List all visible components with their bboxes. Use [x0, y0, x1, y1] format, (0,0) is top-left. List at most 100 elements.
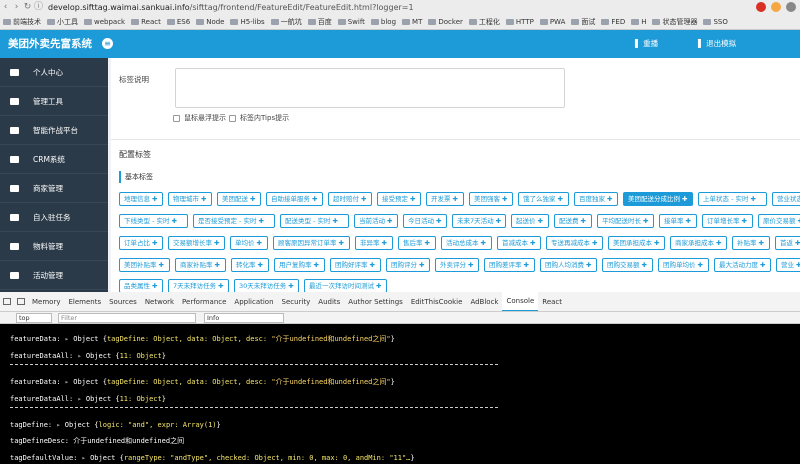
console-line[interactable]: featureData: ▸ Object {tagDefine: Object…	[10, 335, 395, 344]
reload-icon[interactable]: ↻	[22, 0, 33, 15]
bookmark-item[interactable]: PWA	[539, 15, 565, 29]
tag-button[interactable]: 团购评分 ✚	[386, 258, 430, 272]
device-icon[interactable]	[17, 298, 25, 305]
expand-triangle-icon[interactable]: ▸	[77, 395, 85, 403]
console-line[interactable]: tagDefaultValue: ▸ Object {rangeType: "a…	[10, 454, 415, 463]
bookmark-item[interactable]: React	[131, 15, 161, 29]
devtools-tab[interactable]: AdBlock	[466, 292, 502, 311]
tag-button[interactable]: 物理城市 ✚	[168, 192, 212, 206]
bookmark-item[interactable]: Docker	[428, 15, 463, 29]
sidebar-item[interactable]: 自入驻任务	[0, 203, 108, 232]
bookmark-item[interactable]: HTTP	[505, 15, 534, 29]
forward-icon[interactable]: ›	[11, 0, 22, 15]
devtools-tab[interactable]: Performance	[178, 292, 230, 311]
expand-triangle-icon[interactable]: ▸	[65, 335, 73, 343]
devtools-tab[interactable]: EditThisCookie	[407, 292, 467, 311]
tag-button[interactable]: 美团强客 ✚	[469, 192, 513, 206]
devtools-tab[interactable]: Audits	[314, 292, 344, 311]
tag-button[interactable]: 团购单均价 ✚	[658, 258, 709, 272]
bookmark-item[interactable]: 小工具	[47, 15, 78, 29]
console-line[interactable]: featureDataAll: ▸ Object {11: Object}	[10, 352, 166, 361]
tag-button[interactable]: 上单状态 - 实时 ✚	[698, 192, 767, 206]
info-icon[interactable]: ⓘ	[33, 0, 44, 15]
devtools-tab[interactable]: Elements	[64, 292, 105, 311]
tag-button[interactable]: 订单增长率 ✚	[702, 214, 753, 228]
tag-button[interactable]: 配送费 ✚	[554, 214, 592, 228]
log-level-select[interactable]: Info	[204, 312, 284, 323]
sidebar-item[interactable]: 商家管理	[0, 174, 108, 203]
tag-button[interactable]: 品类属性 ✚	[119, 279, 163, 292]
console-line[interactable]: featureData: ▸ Object {tagDefine: Object…	[10, 378, 395, 387]
tag-button[interactable]: 最大活动力度 ✚	[714, 258, 771, 272]
tag-button[interactable]: 美团承担成本 ✚	[608, 236, 665, 250]
tag-button[interactable]: 是否接受预定 - 实时 ✚	[193, 214, 275, 228]
bookmark-item[interactable]: blog	[370, 15, 396, 29]
tag-button[interactable]: 用户复购率 ✚	[274, 258, 325, 272]
expand-triangle-icon[interactable]: ▸	[77, 352, 85, 360]
console-line[interactable]: tagDefine: ▸ Object {logic: "and", expr:…	[10, 421, 221, 430]
url-text[interactable]: develop.sifttag.waimai.sankuai.info/sift…	[48, 0, 414, 15]
tag-button[interactable]: 饿了么独家 ✚	[518, 192, 569, 206]
sidebar-item[interactable]: 活动管理	[0, 261, 108, 290]
tag-button[interactable]: 今日活动 ✚	[403, 214, 447, 228]
tag-button[interactable]: 团购人均消费 ✚	[540, 258, 597, 272]
devtools-tab[interactable]: React	[538, 292, 566, 311]
bookmark-item[interactable]: 百度	[307, 15, 332, 29]
tag-button[interactable]: 最近一次拜访时间测试 ✚	[304, 279, 387, 292]
replay-button[interactable]: ▌ 重播	[635, 30, 658, 58]
tag-button[interactable]: 平均配送时长 ✚	[597, 214, 654, 228]
tag-button[interactable]: 美团配送分成比例 ✚	[623, 192, 693, 206]
bookmark-item[interactable]: FED	[601, 15, 625, 29]
tag-button[interactable]: 商家承担成本 ✚	[670, 236, 727, 250]
sidebar-item[interactable]: CRM系统	[0, 145, 108, 174]
devtools-tab[interactable]: Console	[502, 292, 539, 311]
console-line[interactable]: featureDataAll: ▸ Object {11: Object}	[10, 395, 166, 404]
bookmark-item[interactable]: SSO	[703, 15, 728, 29]
tag-button[interactable]: 单均价 ✚	[230, 236, 268, 250]
tag-button[interactable]: 美团配送 ✚	[217, 192, 261, 206]
bookmark-item[interactable]: 前端技术	[3, 15, 41, 29]
expand-triangle-icon[interactable]: ▸	[82, 454, 90, 462]
sidebar-item[interactable]: 智能作战平台	[0, 116, 108, 145]
tag-button[interactable]: 补贴率 ✚	[732, 236, 770, 250]
tag-button[interactable]: 团购交易额 ✚	[602, 258, 653, 272]
bookmark-item[interactable]: 面试	[571, 15, 595, 29]
devtools-tab[interactable]: Application	[230, 292, 277, 311]
console-line[interactable]: tagDefineDesc: 介于undefined和undefined之间	[10, 437, 184, 446]
tag-button[interactable]: 7天未拜访任务 ✚	[168, 279, 229, 292]
sidebar-item[interactable]: 物料管理	[0, 232, 108, 261]
console-filter-input[interactable]: Filter	[58, 312, 196, 323]
context-select[interactable]: top	[16, 312, 52, 323]
bookmark-item[interactable]: 一航坑	[270, 15, 302, 29]
tag-button[interactable]: 营业状态✚	[772, 192, 800, 206]
tag-button[interactable]: 下线类型 - 实时 ✚	[119, 214, 188, 228]
bookmark-item[interactable]: 状态管理器	[652, 15, 697, 29]
bookmark-item[interactable]: H	[631, 15, 646, 29]
tag-button[interactable]: 专送再减成本 ✚	[546, 236, 603, 250]
tag-button[interactable]: 超时赔付 ✚	[328, 192, 372, 206]
bookmark-item[interactable]: ES6	[166, 15, 190, 29]
tag-button[interactable]: 当前活动 ✚	[354, 214, 398, 228]
tag-button[interactable]: 百度独家 ✚	[574, 192, 618, 206]
bookmark-item[interactable]: MT	[402, 15, 422, 29]
tag-button[interactable]: 订单占比 ✚	[119, 236, 163, 250]
tag-button[interactable]: 营业✚	[776, 258, 800, 272]
tag-button[interactable]: 美团补贴率 ✚	[119, 258, 170, 272]
tag-button[interactable]: 原价交易额✚	[758, 214, 800, 228]
menu-icon[interactable]	[786, 2, 796, 12]
tag-button[interactable]: 售后率 ✚	[398, 236, 436, 250]
tag-button[interactable]: 开发票 ✚	[426, 192, 464, 206]
tag-button[interactable]: 自助接单服务 ✚	[266, 192, 323, 206]
menu-toggle-button[interactable]: ≡	[101, 37, 114, 50]
sidebar-item[interactable]: 个人中心	[0, 58, 108, 87]
exit-simulation-button[interactable]: ▌ 退出模拟	[698, 30, 736, 58]
devtools-tab[interactable]: Network	[141, 292, 178, 311]
tag-button[interactable]: 交易额增长率 ✚	[168, 236, 225, 250]
devtools-tab[interactable]: Security	[278, 292, 315, 311]
tag-button[interactable]: 活动总成本 ✚	[441, 236, 492, 250]
tag-button[interactable]: 30天未拜访任务 ✚	[234, 279, 299, 292]
expand-triangle-icon[interactable]: ▸	[56, 421, 64, 429]
tag-button[interactable]: 首减成本 ✚	[497, 236, 541, 250]
bookmark-item[interactable]: webpack	[84, 15, 125, 29]
tag-button[interactable]: 顾客原因异常订单率 ✚	[273, 236, 350, 250]
